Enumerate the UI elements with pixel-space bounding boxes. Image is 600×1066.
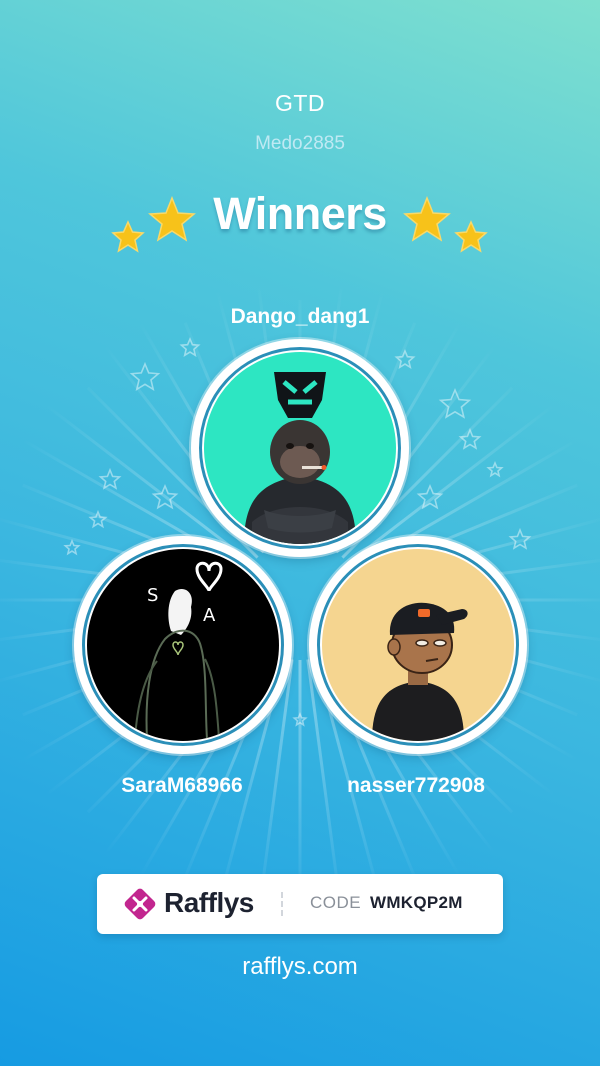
gorilla-avatar-icon xyxy=(204,352,396,544)
dark-figure-avatar-icon: S A xyxy=(87,549,279,741)
winner-avatar-ring[interactable] xyxy=(191,339,409,557)
winner-name: nasser772908 xyxy=(347,774,485,797)
svg-text:A: A xyxy=(203,605,216,626)
rafflys-logo-icon xyxy=(124,888,156,920)
brand-code-card: Rafflys CODE WMKQP2M xyxy=(97,874,503,934)
cartoon-boy-avatar-icon xyxy=(322,549,514,741)
code-label: CODE xyxy=(310,893,362,912)
winner-name: Dango_dang1 xyxy=(230,305,370,328)
site-link[interactable]: rafflys.com xyxy=(0,953,600,981)
winner-name: SaraM68966 xyxy=(121,774,243,797)
star-icon xyxy=(403,196,488,253)
organizer-username: Medo2885 xyxy=(255,133,345,154)
winners-heading: Winners xyxy=(213,188,387,239)
brand-name: Rafflys xyxy=(164,887,254,918)
winner-avatar-ring[interactable] xyxy=(309,536,527,754)
svg-text:S: S xyxy=(147,585,158,606)
winner-avatar-ring[interactable]: S A xyxy=(74,536,292,754)
raffle-title: GTD xyxy=(274,90,326,116)
code-value: WMKQP2M xyxy=(370,893,463,912)
divider xyxy=(281,892,283,916)
